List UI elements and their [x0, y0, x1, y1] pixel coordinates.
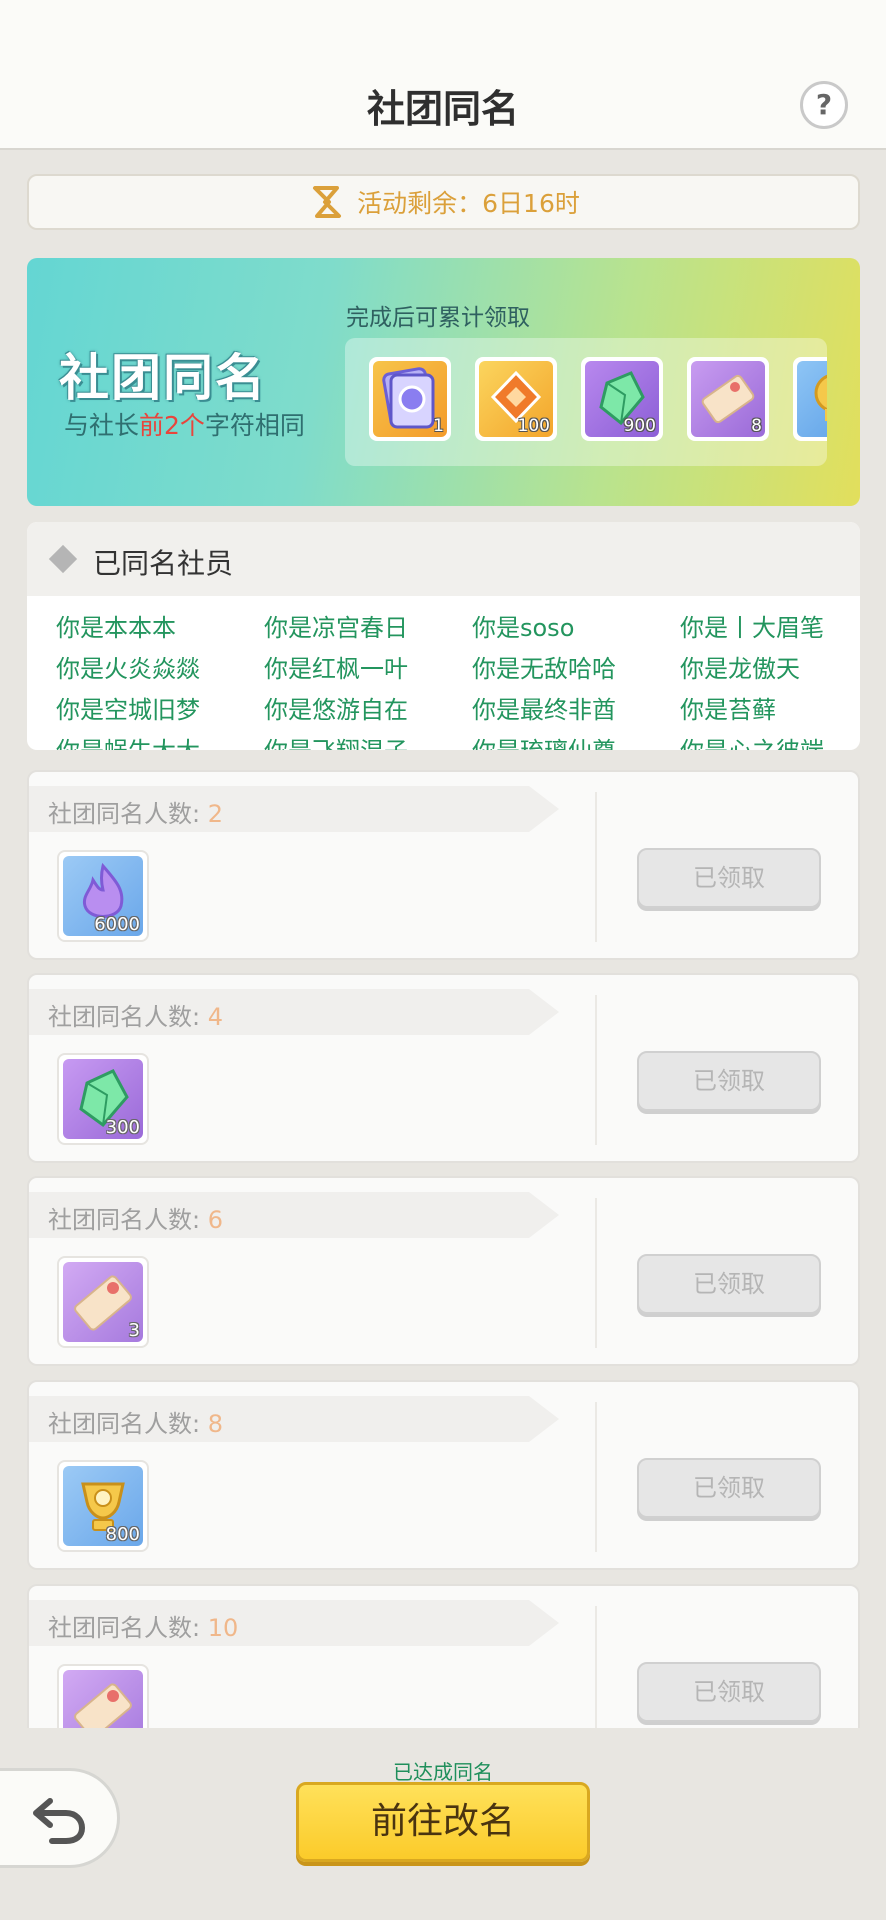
reward-qty: 8: [751, 416, 762, 436]
member-name: 你是无敌哈哈: [472, 655, 616, 683]
row-label: 社团同名人数: 2: [48, 794, 223, 829]
row-label: 社团同名人数: 10: [48, 1608, 238, 1643]
reward-item[interactable]: 900: [581, 357, 663, 441]
member-name: 你是凉宫春日: [264, 614, 408, 642]
row-label: 社团同名人数: 6: [48, 1200, 223, 1235]
reward-qty: 300: [105, 1117, 140, 1138]
row-label-text: 社团同名人数:: [48, 1206, 208, 1234]
banner-subtitle: 与社长前2个字符相同: [64, 406, 305, 442]
row-divider: [595, 792, 597, 942]
hourglass-icon: [307, 182, 347, 222]
banner-title: 社团同名: [59, 349, 267, 407]
row-label-text: 社团同名人数:: [48, 1614, 208, 1642]
member-list: 你是本本本 你是凉宫春日 你是soso 你是丨大眉笔 你是火炎焱燚 你是红枫一叶…: [27, 596, 860, 750]
go-rename-button[interactable]: 前往改名: [296, 1782, 590, 1862]
row-divider: [595, 995, 597, 1145]
row-count: 6: [207, 1206, 223, 1234]
reward-item[interactable]: 800: [57, 1460, 149, 1552]
members-title: 已同名社员: [93, 547, 234, 580]
reward-qty: 100: [517, 416, 550, 436]
reward-qty: 800: [105, 1524, 140, 1545]
member-name: 你是空城旧梦: [56, 696, 200, 724]
member-name: 你是苔藓: [680, 696, 776, 724]
row-label-text: 社团同名人数:: [48, 1410, 208, 1438]
timer-text: 活动剩余：6日16时: [357, 189, 580, 218]
member-name: 你是蜗牛大大: [56, 731, 200, 750]
reward-qty: 6000: [94, 914, 140, 935]
member-name: 你是心之彼端: [680, 731, 824, 750]
member-name: 你是丨大眉笔: [680, 614, 824, 642]
scroll-ticket-icon: [74, 1683, 132, 1728]
claimed-button[interactable]: 已领取: [637, 1662, 821, 1722]
subtitle-highlight: 前2个: [139, 411, 205, 440]
claimed-button[interactable]: 已领取: [637, 1254, 821, 1314]
member-name: 你是飞翔混子: [264, 731, 408, 750]
reward-item[interactable]: 3: [57, 1256, 149, 1348]
reward-preview-list: 1 100 900 8: [345, 338, 827, 466]
row-count: 2: [207, 800, 223, 828]
row-label: 社团同名人数: 8: [48, 1404, 223, 1439]
row-count: 10: [207, 1614, 239, 1642]
reward-item[interactable]: 100: [475, 357, 557, 441]
row-label-text: 社团同名人数:: [48, 800, 208, 828]
reward-item[interactable]: 300: [57, 1053, 149, 1145]
event-banner: 社团同名 与社长前2个字符相同 完成后可累计领取 1 100 900 8: [27, 258, 860, 506]
members-header: 已同名社员: [27, 522, 860, 596]
activity-timer: 活动剩余：6日16时: [27, 174, 860, 230]
reward-row: 社团同名人数: 6 3 已领取: [27, 1176, 860, 1366]
reward-qty: 1: [433, 416, 444, 436]
subtitle-suffix: 字符相同: [204, 411, 305, 440]
member-name: 你是龙傲天: [680, 655, 800, 683]
page-title: 社团同名: [366, 87, 519, 131]
claimed-button[interactable]: 已领取: [637, 1051, 821, 1111]
row-divider: [595, 1606, 597, 1728]
header-bar: 社团同名 ?: [0, 0, 886, 150]
reward-qty: 900: [623, 416, 656, 436]
member-name: 你是悠游自在: [264, 696, 408, 724]
member-name: 你是琉璃仙尊: [472, 731, 616, 750]
reward-row: 社团同名人数: 4 300 已领取: [27, 973, 860, 1163]
help-icon[interactable]: ?: [800, 81, 848, 129]
subtitle-prefix: 与社长: [64, 411, 140, 440]
row-count: 4: [207, 1003, 223, 1031]
claimed-button[interactable]: 已领取: [637, 1458, 821, 1518]
row-divider: [595, 1402, 597, 1552]
reward-row: 社团同名人数: 2 6000 已领取: [27, 770, 860, 960]
reward-row: 社团同名人数: 10 已领取: [27, 1584, 860, 1728]
claimed-button[interactable]: 已领取: [637, 848, 821, 908]
reward-item[interactable]: 1: [369, 357, 451, 441]
reward-label: 完成后可累计领取: [346, 305, 530, 331]
reward-item[interactable]: 8: [687, 357, 769, 441]
reward-item[interactable]: [57, 1664, 149, 1728]
member-name: 你是火炎焱燚: [56, 655, 200, 683]
member-name: 你是最终非酋: [472, 696, 616, 724]
reward-qty: 3: [128, 1320, 140, 1341]
trophy-icon: [814, 374, 827, 421]
member-name: 你是soso: [472, 614, 575, 642]
row-label-text: 社团同名人数:: [48, 1003, 208, 1031]
member-name: 你是本本本: [56, 614, 176, 642]
row-label: 社团同名人数: 4: [48, 997, 223, 1032]
back-arrow-icon: [33, 1798, 86, 1844]
same-name-members-panel: 已同名社员 你是本本本 你是凉宫春日 你是soso 你是丨大眉笔 你是火炎焱燚 …: [27, 522, 860, 750]
rename-status: 已达成同名: [393, 1760, 493, 1784]
bottom-bar: 已达成同名 前往改名: [0, 1728, 886, 1920]
row-count: 8: [207, 1410, 223, 1438]
reward-row: 社团同名人数: 8 800 已领取: [27, 1380, 860, 1570]
member-name: 你是红枫一叶: [264, 655, 408, 683]
reward-item[interactable]: 6000: [57, 850, 149, 942]
diamond-icon: [48, 544, 78, 574]
row-divider: [595, 1198, 597, 1348]
reward-item[interactable]: [793, 357, 827, 441]
